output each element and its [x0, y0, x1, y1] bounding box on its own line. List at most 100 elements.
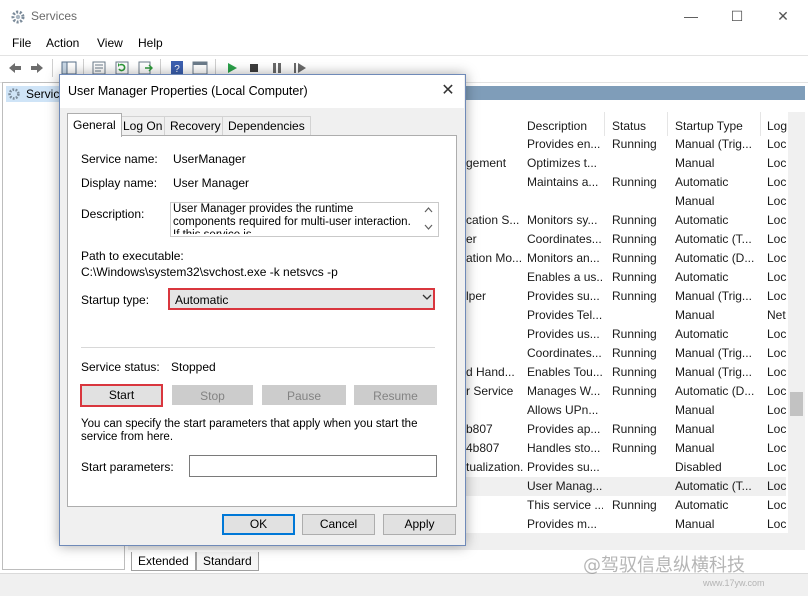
cell-log: Loc: [767, 403, 787, 417]
maximize-button[interactable]: ☐: [714, 4, 760, 28]
cell-startup: Manual: [675, 194, 715, 208]
start-button[interactable]: Start: [80, 384, 163, 407]
column-description[interactable]: Description: [527, 116, 587, 136]
cell-log: Loc: [767, 384, 787, 398]
cell-startup: Automatic (D...: [675, 384, 755, 398]
service-row[interactable]: Provides m... Manual Loc: [464, 515, 786, 534]
tab-recovery[interactable]: Recovery: [164, 116, 227, 137]
service-row[interactable]: 4b807 Handles sto... Running Manual Loc: [464, 439, 786, 458]
tab-dependencies[interactable]: Dependencies: [222, 116, 311, 137]
cell-log: Loc: [767, 346, 787, 360]
service-row[interactable]: Provides Tel... Manual Net: [464, 306, 786, 325]
service-row[interactable]: gement Optimizes t... Manual Loc: [464, 154, 786, 173]
back-arrow-icon[interactable]: [7, 60, 23, 76]
cell-log: Loc: [767, 365, 787, 379]
start-params-input[interactable]: [189, 455, 437, 477]
cell-log: Loc: [767, 213, 787, 227]
cell-startup: Manual (Trig...: [675, 365, 752, 379]
service-row[interactable]: Enables a us... Running Automatic Loc: [464, 268, 786, 287]
scrollbar-thumb[interactable]: [790, 392, 803, 416]
service-row[interactable]: Manual Loc: [464, 192, 786, 211]
service-row[interactable]: ation Mo... Monitors an... Running Automati…: [464, 249, 786, 268]
gear-icon: [8, 88, 20, 100]
cell-log: Loc: [767, 270, 787, 284]
tab-log-on[interactable]: Log On: [117, 116, 169, 137]
description-scrollbar[interactable]: [421, 203, 436, 234]
apply-button[interactable]: Apply: [383, 514, 456, 535]
cell-status: Running: [612, 175, 657, 189]
pane-header-bar: [464, 86, 805, 100]
startup-type-value: Automatic: [175, 293, 229, 307]
minimize-button[interactable]: —: [668, 4, 714, 28]
cell-startup: Automatic: [675, 270, 729, 284]
service-row[interactable]: lper Provides su... Running Manual (Trig...…: [464, 287, 786, 306]
column-status[interactable]: Status: [612, 116, 646, 136]
cell-log: Loc: [767, 194, 787, 208]
start-params-label: Start parameters:: [81, 460, 174, 474]
toolbar-separator: [52, 59, 53, 77]
column-divider[interactable]: [604, 112, 605, 136]
cell-name: r Service: [466, 384, 514, 398]
cell-startup: Manual (Trig...: [675, 137, 752, 151]
cell-log: Loc: [767, 498, 787, 512]
service-row[interactable]: b807 Provides ap... Running Manual Loc: [464, 420, 786, 439]
service-row[interactable]: Provides us... Running Automatic Loc: [464, 325, 786, 344]
startup-type-label: Startup type:: [81, 293, 150, 307]
menu-view[interactable]: View: [97, 36, 123, 50]
dialog-close-button[interactable]: ✕: [436, 80, 460, 102]
service-row[interactable]: er Coordinates... Running Automatic (T... Lo…: [464, 230, 786, 249]
cell-status: Running: [612, 327, 657, 341]
cell-description: Coordinates...: [527, 232, 602, 246]
cell-startup: Manual: [675, 422, 715, 436]
cell-status: Running: [612, 441, 657, 455]
service-row[interactable]: User Manag... Automatic (T... Loc: [464, 477, 786, 496]
cell-description: Enables a us...: [527, 270, 603, 284]
cell-description: Manages W...: [527, 384, 601, 398]
tab-general[interactable]: General: [67, 113, 122, 137]
cell-log: Loc: [767, 232, 787, 246]
service-row[interactable]: Provides en... Running Manual (Trig... Loc: [464, 135, 786, 154]
service-row[interactable]: d Hand... Enables Tou... Running Manual (Tr…: [464, 363, 786, 382]
dialog-title: User Manager Properties (Local Computer): [68, 84, 308, 98]
cell-status: Running: [612, 232, 657, 246]
column-divider[interactable]: [667, 112, 668, 136]
pause-button[interactable]: Pause: [262, 385, 346, 405]
forward-arrow-icon[interactable]: [29, 60, 45, 76]
cell-log: Loc: [767, 175, 787, 189]
menu-action[interactable]: Action: [46, 36, 79, 50]
service-row[interactable]: Coordinates... Running Manual (Trig... Loc: [464, 344, 786, 363]
cell-name: 4b807: [466, 441, 500, 455]
service-row[interactable]: tualization... Provides su... Disabled Loc: [464, 458, 786, 477]
service-row[interactable]: This service ... Running Automatic Loc: [464, 496, 786, 515]
cell-startup: Automatic (D...: [675, 251, 755, 265]
tab-standard[interactable]: Standard: [196, 552, 259, 571]
column-log-on-as[interactable]: Log: [767, 116, 787, 136]
vertical-scrollbar[interactable]: [788, 112, 805, 550]
menu-file[interactable]: File: [12, 36, 31, 50]
watermark: @驾驭信息纵横科技: [583, 555, 745, 576]
cell-startup: Automatic: [675, 327, 729, 341]
stop-button[interactable]: Stop: [172, 385, 253, 405]
close-button[interactable]: ✕: [760, 4, 806, 28]
service-row[interactable]: Allows UPn... Manual Loc: [464, 401, 786, 420]
service-row[interactable]: r Service Manages W... Running Automatic (D…: [464, 382, 786, 401]
cell-log: Net: [767, 308, 786, 322]
cell-description: Handles sto...: [527, 441, 601, 455]
column-divider[interactable]: [760, 112, 761, 136]
display-name-value: User Manager: [173, 176, 250, 190]
resume-button[interactable]: Resume: [354, 385, 437, 405]
service-name-label: Service name:: [81, 152, 158, 166]
tab-extended[interactable]: Extended: [131, 552, 196, 571]
cell-status: Running: [612, 365, 657, 379]
ok-button[interactable]: OK: [222, 514, 295, 535]
service-status-value: Stopped: [171, 360, 216, 374]
cell-name: tualization...: [466, 460, 524, 474]
column-startup-type[interactable]: Startup Type: [675, 116, 743, 136]
menu-help[interactable]: Help: [138, 36, 163, 50]
cell-startup: Automatic: [675, 213, 729, 227]
cell-name: er: [466, 232, 477, 246]
cell-status: Running: [612, 213, 657, 227]
service-row[interactable]: cation S... Monitors sy... Running Automati…: [464, 211, 786, 230]
service-row[interactable]: Maintains a... Running Automatic Loc: [464, 173, 786, 192]
cancel-button[interactable]: Cancel: [302, 514, 375, 535]
